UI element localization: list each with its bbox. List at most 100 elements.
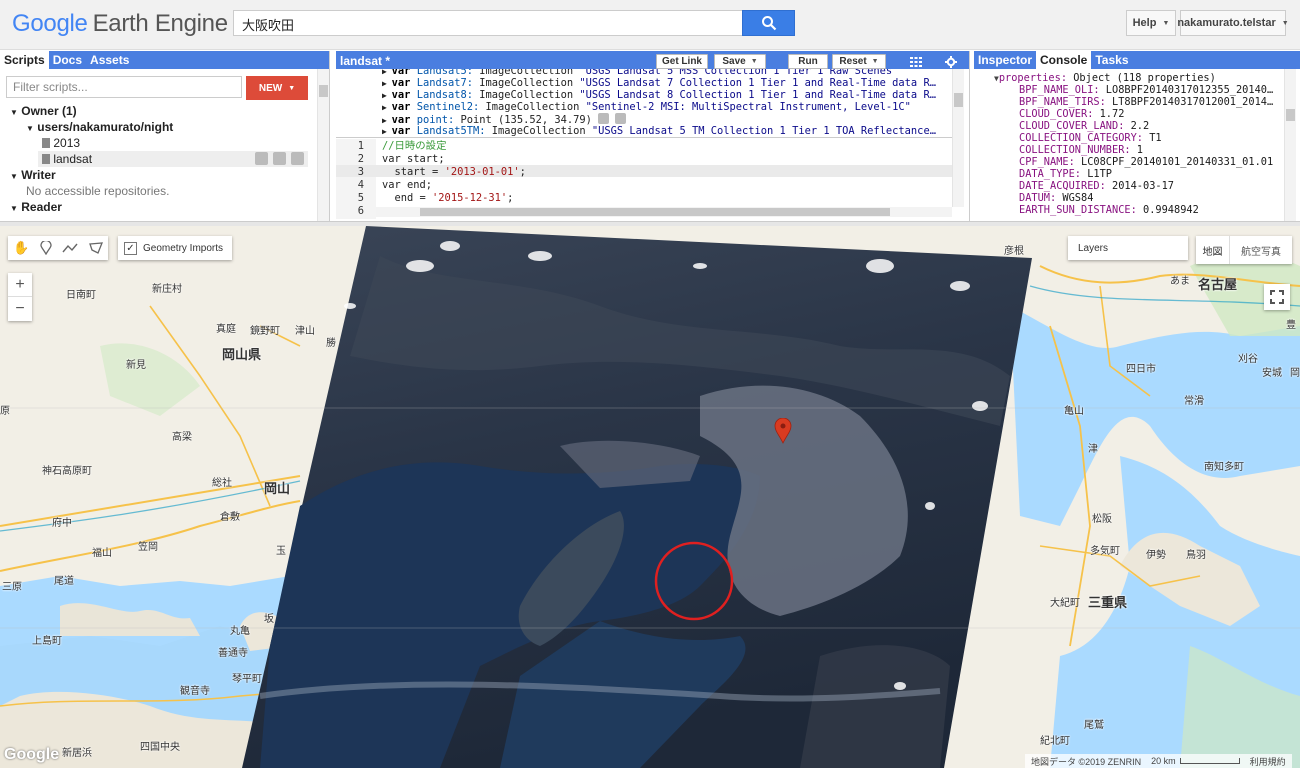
user-label: nakamurato.telstar (1177, 17, 1276, 29)
run-button[interactable]: Run (788, 54, 828, 69)
file-item-2013[interactable]: 2013 (42, 136, 80, 150)
zoom-in-button[interactable]: + (8, 273, 32, 297)
earth-engine-logo[interactable]: Google Earth Engine (12, 10, 228, 38)
import-row[interactable]: ▶ var Landsat5: ImageCollection "USGS La… (382, 69, 898, 77)
right-tab-bar: Inspector Console Tasks (974, 51, 1300, 69)
property-key: BPF_NAME_TIRS: (1019, 96, 1106, 108)
import-delete-icon[interactable] (615, 113, 627, 124)
import-value: "USGS Landsat 5 MSS Collection 1 Tier 1 … (579, 69, 899, 77)
place-label: 津山 (295, 326, 315, 337)
properties-node[interactable]: ▼properties: Object (118 properties) (994, 72, 1216, 84)
map-type-button[interactable]: 地図 (1196, 236, 1230, 264)
place-label: 高梁 (172, 432, 192, 443)
apps-grid-icon[interactable] (906, 54, 926, 69)
scale-bar[interactable]: 20 km (1151, 755, 1240, 767)
tab-inspector[interactable]: Inspector (974, 51, 1036, 69)
file-item-landsat[interactable]: landsat (38, 151, 308, 167)
property-value: 0.9948942 (1143, 204, 1199, 216)
terms-link[interactable]: 利用規約 (1250, 755, 1286, 767)
drawing-tools: ✋ (8, 236, 108, 260)
import-name: Landsat5TM: (416, 125, 486, 137)
edit-icon[interactable] (273, 152, 286, 165)
code-area[interactable]: ▶ var Landsat5: ImageCollection "USGS La… (336, 69, 966, 219)
history-icon[interactable] (255, 152, 268, 165)
code-line-1[interactable]: 1 //日時の設定 (336, 140, 954, 152)
satellite-type-button[interactable]: 航空写真 (1230, 236, 1292, 264)
draw-shape-icon[interactable] (88, 242, 103, 254)
import-type: ImageCollection (479, 69, 574, 77)
place-label: 府中 (52, 518, 72, 529)
repo-item[interactable]: ▼ users/nakamurato/night (26, 120, 173, 134)
import-row[interactable]: ▶ var Landsat5TM: ImageCollection "USGS … (382, 125, 936, 137)
get-link-button[interactable]: Get Link (656, 54, 708, 69)
tab-scripts[interactable]: Scripts (0, 51, 49, 69)
keyword-var: var (391, 89, 411, 101)
import-type: ImageCollection (491, 125, 586, 137)
tab-tasks[interactable]: Tasks (1091, 51, 1132, 69)
code-text: ; (519, 166, 526, 178)
layers-button[interactable]: Layers (1068, 236, 1188, 260)
search-input[interactable]: 大阪吹田 (233, 10, 743, 36)
new-script-button[interactable]: NEW ▼ (246, 76, 308, 100)
add-marker-icon[interactable] (40, 241, 52, 255)
property-value: 2014-03-17 (1112, 180, 1174, 192)
import-row[interactable]: ▶ var Sentinel2: ImageCollection "Sentin… (382, 101, 911, 113)
tab-assets[interactable]: Assets (86, 51, 133, 69)
property-key: properties: (998, 72, 1068, 84)
place-label: 四国中央 (140, 742, 180, 753)
repo-label: users/nakamurato/night (37, 120, 174, 134)
code-keyword: var (382, 179, 401, 191)
place-label: 新居浜 (62, 748, 92, 759)
draw-line-icon[interactable] (62, 242, 78, 254)
attribution-text: 地図データ ©2019 ZENRIN (1031, 757, 1142, 767)
code-line-5[interactable]: 5 end = '2015-12-31'; (336, 192, 954, 204)
place-label: 丸亀 (230, 626, 250, 637)
property-value: T1 (1149, 132, 1162, 144)
tab-docs[interactable]: Docs (49, 51, 86, 69)
checkbox-icon[interactable]: ✓ (124, 241, 137, 255)
delete-icon[interactable] (291, 152, 304, 165)
import-type: ImageCollection (485, 101, 580, 113)
file-label: 2013 (53, 136, 81, 150)
map-pin-icon[interactable] (774, 418, 792, 444)
help-button[interactable]: Help ▼ (1126, 10, 1176, 36)
filter-scripts-input[interactable]: Filter scripts... (6, 76, 242, 98)
code-line-4[interactable]: 4 var end; (336, 179, 954, 191)
place-label: 福山 (92, 548, 112, 559)
reset-button[interactable]: Reset ▼ (832, 54, 886, 69)
keyword-var: var (391, 101, 411, 113)
map-view[interactable]: 日南町 新庄村 真庭 鏡野町 津山 勝 新見 岡山県 原 高梁 神石高原町 総社… (0, 226, 1300, 768)
import-settings-icon[interactable] (598, 113, 610, 124)
editor-horizontal-scrollbar[interactable] (376, 207, 952, 217)
code-line-2[interactable]: 2 var start; (336, 153, 954, 165)
caret-right-icon: ▶ (382, 127, 392, 136)
zoom-control: + − (8, 273, 32, 321)
code-line-3[interactable]: 3 start = '2013-01-01'; (336, 166, 954, 178)
place-label: 多気町 (1090, 546, 1120, 557)
editor-vertical-scrollbar[interactable] (952, 69, 964, 207)
import-row[interactable]: ▶ var point: Point (135.52, 34.79) (382, 113, 627, 126)
search-button[interactable] (742, 10, 795, 36)
geometry-imports-toggle[interactable]: ✓ Geometry Imports (118, 236, 232, 260)
zoom-out-button[interactable]: − (8, 297, 32, 321)
caret-down-icon: ▼ (10, 172, 18, 181)
writer-group[interactable]: ▼ Writer (10, 168, 56, 182)
reader-label: Reader (21, 200, 62, 214)
user-menu-button[interactable]: nakamurato.telstar ▼ (1177, 10, 1289, 36)
owner-group[interactable]: ▼ Owner (1) (10, 104, 77, 118)
import-row[interactable]: ▶ var Landsat8: ImageCollection "USGS La… (382, 89, 936, 101)
fullscreen-button[interactable] (1264, 284, 1290, 310)
import-value: "USGS Landsat 7 Collection 1 Tier 1 and … (579, 77, 936, 89)
script-title: landsat * (340, 54, 391, 68)
code-text: start; (400, 153, 445, 165)
region-label: 三重県 (1088, 595, 1128, 610)
settings-gear-icon[interactable] (941, 54, 961, 69)
code-text: ; (507, 192, 514, 204)
hand-pan-icon[interactable]: ✋ (13, 240, 29, 256)
import-row[interactable]: ▶ var Landsat7: ImageCollection "USGS La… (382, 77, 936, 89)
chevron-down-icon: ▼ (871, 58, 879, 65)
left-scrollbar[interactable] (317, 69, 329, 221)
save-button[interactable]: Save ▼ (714, 54, 766, 69)
tab-console[interactable]: Console (1036, 51, 1092, 69)
reader-group[interactable]: ▼ Reader (10, 200, 62, 214)
